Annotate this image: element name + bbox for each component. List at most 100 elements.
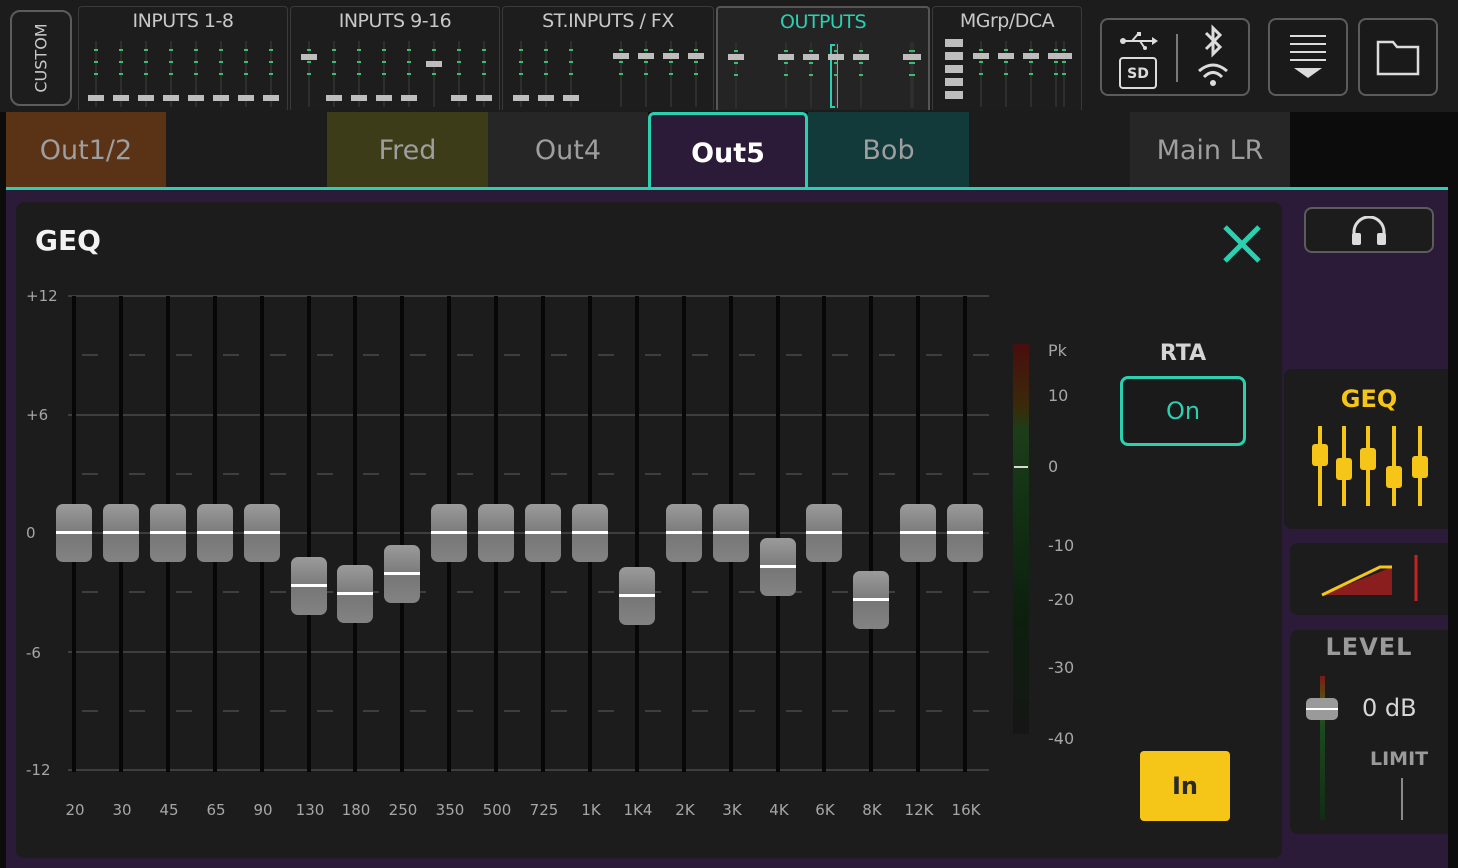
nav-st-inputs-fx[interactable]: ST.INPUTS / FX [502, 6, 714, 110]
geq-band-knob[interactable] [853, 571, 889, 629]
tab-out4-label: Out4 [534, 134, 602, 166]
geq-band-freq-label: 20 [65, 801, 85, 819]
nav-inputs-9-16[interactable]: INPUTS 9-16 [290, 6, 500, 110]
geq-band-knob[interactable] [337, 565, 373, 623]
tab-bob[interactable]: Bob [808, 112, 969, 188]
geq-grid-line [785, 473, 802, 475]
mini-fader-tick [1029, 61, 1033, 63]
geq-grid-line [410, 354, 427, 356]
nav-inputs-1-8[interactable]: INPUTS 1-8 [78, 6, 288, 110]
usb-bluetooth-button[interactable]: SD [1100, 18, 1250, 96]
geq-band-knob[interactable] [619, 567, 655, 625]
geq-band-knob[interactable] [478, 504, 514, 562]
side-compressor-block[interactable] [1290, 543, 1448, 615]
tab-empty-2[interactable] [969, 112, 1130, 188]
geq-band-knob[interactable] [525, 504, 561, 562]
geq-grid-line [175, 591, 192, 593]
mini-fader-tick [911, 74, 915, 76]
geq-grid-line [597, 591, 614, 593]
mini-fader-tick [269, 73, 273, 75]
geq-band-track[interactable] [869, 296, 873, 772]
menu-button[interactable] [1268, 18, 1348, 96]
mini-fader-cap [376, 95, 392, 101]
mini-fader-tick [979, 49, 983, 51]
tab-fred[interactable]: Fred [327, 112, 488, 188]
tab-bob-label: Bob [862, 134, 915, 166]
mini-fader-tick [194, 73, 198, 75]
geq-band-knob[interactable] [666, 504, 702, 562]
mini-fader-tick [834, 62, 838, 64]
geq-grid-line [644, 473, 661, 475]
rta-on-button[interactable]: On [1120, 376, 1246, 446]
mini-fader-cap [538, 95, 554, 101]
scale-label-plus12: +12 [26, 287, 58, 305]
tab-out4[interactable]: Out4 [488, 112, 648, 188]
geq-band-track[interactable] [307, 296, 311, 772]
geq-grid-line [738, 591, 755, 593]
mini-fader-tick [119, 61, 123, 63]
bluetooth-icon [1204, 24, 1223, 58]
tab-empty-1[interactable] [166, 112, 327, 188]
geq-band-knob[interactable] [56, 504, 92, 562]
custom-button[interactable]: CUSTOM [10, 10, 72, 106]
geq-band-knob[interactable] [900, 504, 936, 562]
tab-out1-2[interactable]: Out1/2 [6, 112, 166, 188]
geq-band-knob[interactable] [150, 504, 186, 562]
geq-grid-line [926, 354, 943, 356]
level-fader-knob[interactable] [1306, 698, 1338, 720]
mini-fader-cap [238, 95, 254, 101]
nav-mgrp-dca[interactable]: MGrp/DCA [932, 6, 1082, 110]
geq-band-knob[interactable] [197, 504, 233, 562]
mini-fader [834, 42, 838, 108]
mini-fader-tick [859, 74, 863, 76]
geq-grid-line [504, 710, 521, 712]
geq-grid-line [738, 710, 755, 712]
geq-band-knob[interactable] [713, 504, 749, 562]
mini-fader-tick [269, 61, 273, 63]
geq-band-knob[interactable] [103, 504, 139, 562]
headphone-button[interactable] [1304, 207, 1434, 253]
geq-band-freq-label: 30 [112, 801, 132, 819]
mini-fader [669, 41, 673, 107]
geq-band-freq-label: 45 [159, 801, 179, 819]
geq-grid-line [175, 710, 192, 712]
geq-grid-line [269, 354, 286, 356]
mini-fader-cap [688, 53, 704, 59]
geq-band-knob[interactable] [291, 557, 327, 615]
geq-band-track[interactable] [635, 296, 639, 772]
geq-band-track[interactable] [400, 296, 404, 772]
mini-fader [694, 41, 698, 107]
geq-band-knob[interactable] [431, 504, 467, 562]
geq-band-knob[interactable] [760, 538, 796, 596]
tab-out5[interactable]: Out5 [648, 112, 808, 191]
mini-fader-tick [784, 62, 788, 64]
headphones-icon [1352, 216, 1386, 245]
geq-band-knob[interactable] [384, 545, 420, 603]
geq-grid-line [222, 710, 239, 712]
geq-band-track[interactable] [353, 296, 357, 772]
mini-fader-tick [219, 49, 223, 51]
nav-outputs-label: OUTPUTS [780, 11, 867, 33]
geq-grid-line [738, 473, 755, 475]
mini-fader-tick [432, 73, 436, 75]
mini-fader-tick [219, 73, 223, 75]
mini-fader-tick [407, 73, 411, 75]
geq-band-knob[interactable] [947, 504, 983, 562]
mini-fader-tick [194, 61, 198, 63]
geq-band-knob[interactable] [806, 504, 842, 562]
geq-grid-line [597, 354, 614, 356]
mini-fader [619, 41, 623, 107]
level-value: 0 dB [1362, 694, 1417, 722]
tab-main-lr[interactable]: Main LR [1130, 112, 1290, 188]
geq-band-knob[interactable] [244, 504, 280, 562]
geq-in-button[interactable]: In [1140, 751, 1230, 821]
mini-fader-tick [569, 49, 573, 51]
files-button[interactable] [1358, 18, 1438, 96]
close-icon[interactable] [1216, 218, 1268, 270]
geq-band-knob[interactable] [572, 504, 608, 562]
folder-icon [1376, 40, 1420, 76]
nav-outputs[interactable]: OUTPUTS [716, 6, 930, 110]
geq-band-track[interactable] [776, 296, 780, 772]
geq-grid-line [551, 473, 567, 475]
mini-fader-tick [809, 50, 813, 52]
